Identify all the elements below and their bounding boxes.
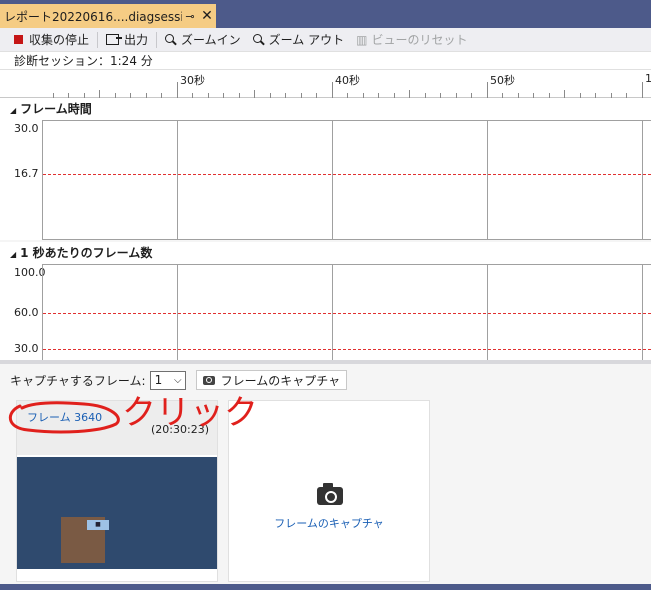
frame-time-title: フレーム時間 — [20, 102, 92, 116]
collapse-triangle-icon: ◢ — [10, 106, 17, 115]
ruler-label: 40秒 — [335, 74, 360, 87]
zoom-in-icon — [165, 34, 176, 45]
fps-plot — [42, 264, 651, 360]
document-tab[interactable]: レポート20220616....diagsession ⊸ ✕ — [0, 4, 216, 28]
session-duration: 診断セッション：1:24 分 — [0, 52, 651, 70]
frame-thumbnail[interactable]: ■ — [17, 457, 217, 569]
zoom-out-icon — [252, 34, 264, 45]
zoom-in-button[interactable]: ズームイン — [159, 30, 247, 50]
camera-icon — [317, 483, 343, 505]
fps-header[interactable]: ◢ 1 秒あたりのフレーム数 — [0, 242, 651, 264]
target-threshold-line — [43, 174, 651, 175]
ruler-tick — [176, 82, 178, 98]
zoom-in-label: ズームイン — [181, 33, 241, 47]
ruler-tick — [641, 82, 643, 98]
ruler-label: 50秒 — [490, 74, 515, 87]
reset-view-icon: ▥ — [356, 32, 368, 47]
frame-card-header: フレーム 3640 (20:30:23) — [17, 401, 217, 455]
ruler-label: 30秒 — [180, 74, 205, 87]
gridline — [642, 121, 643, 239]
thumbnail-ui-panel: ■ — [61, 517, 109, 563]
frame-timestamp: (20:30:23) — [151, 423, 209, 436]
gridline — [332, 121, 333, 239]
ruler-tick — [486, 82, 488, 98]
captured-frame-card[interactable]: フレーム 3640 (20:30:23) ■ — [16, 400, 218, 582]
gridline — [177, 121, 178, 239]
stop-collection-label: 収集の停止 — [29, 33, 90, 47]
reset-view-button[interactable]: ▥ ビューのリセット — [350, 30, 473, 50]
capture-placeholder-label: フレームのキャプチャ — [274, 517, 384, 530]
y-axis-label: 100.0 — [14, 266, 46, 279]
fps-title: 1 秒あたりのフレーム数 — [20, 246, 153, 260]
thumbnail-button: ■ — [87, 520, 109, 530]
frame-time-graph[interactable]: 30.0 16.7 — [0, 120, 651, 240]
y-axis-label: 16.7 — [14, 167, 39, 180]
threshold-line-60 — [43, 313, 651, 314]
collapse-triangle-icon: ◢ — [10, 250, 17, 259]
camera-icon — [202, 375, 215, 385]
ruler-tick — [99, 90, 100, 98]
gridline — [487, 121, 488, 239]
capture-frame-button[interactable]: フレームのキャプチャ — [195, 370, 348, 390]
y-axis-label: 30.0 — [14, 342, 39, 355]
ruler-label: 1 — [645, 72, 651, 85]
toolbar: 収集の停止 出力 ズームイン ズーム アウト ▥ ビューのリセット — [0, 28, 651, 52]
pin-icon[interactable]: ⊸ — [182, 10, 198, 23]
stop-icon — [14, 35, 23, 44]
capture-count-label: キャプチャするフレーム: — [10, 373, 146, 388]
threshold-line-30 — [43, 349, 651, 350]
output-label: 出力 — [124, 33, 149, 47]
capture-count-value: 1 — [154, 373, 163, 387]
capture-count-select[interactable]: 1 ⌵ — [149, 370, 186, 390]
document-tab-strip: レポート20220616....diagsession ⊸ ✕ — [0, 0, 651, 28]
fps-graph[interactable]: 100.0 60.0 30.0 — [0, 264, 651, 360]
reset-view-label: ビューのリセット — [371, 33, 468, 47]
zoom-out-label: ズーム アウト — [268, 33, 345, 47]
y-axis-label: 30.0 — [14, 122, 39, 135]
ruler-tick — [254, 90, 255, 98]
bottom-border — [0, 584, 651, 590]
ruler-tick — [331, 82, 333, 98]
ruler-tick — [564, 90, 565, 98]
capture-placeholder-card[interactable]: フレームのキャプチャ — [228, 400, 430, 582]
toolbar-separator — [156, 31, 158, 48]
capture-bar: キャプチャするフレーム: 1 ⌵ フレームのキャプチャ — [10, 368, 348, 392]
zoom-out-button[interactable]: ズーム アウト — [247, 30, 350, 50]
output-button[interactable]: 出力 — [100, 30, 154, 50]
output-icon — [106, 34, 123, 45]
chevron-down-icon: ⌵ — [173, 374, 182, 386]
frame-link[interactable]: フレーム 3640 — [27, 409, 102, 425]
capture-frame-label: フレームのキャプチャ — [220, 373, 341, 388]
capture-panel: キャプチャするフレーム: 1 ⌵ フレームのキャプチャ フレーム 3640 (2… — [0, 364, 651, 586]
close-icon[interactable]: ✕ — [198, 8, 216, 24]
y-axis-label: 60.0 — [14, 306, 39, 319]
tab-title: レポート20220616....diagsession — [4, 9, 182, 24]
toolbar-separator — [97, 31, 99, 48]
frame-time-header[interactable]: ◢ フレーム時間 — [0, 98, 651, 120]
stop-collection-button[interactable]: 収集の停止 — [8, 30, 95, 50]
ruler-tick — [409, 90, 410, 98]
ruler-scale: 30秒 40秒 50秒 1 — [42, 70, 651, 98]
time-ruler[interactable]: 30秒 40秒 50秒 1 — [0, 70, 651, 98]
frame-time-plot — [42, 120, 651, 240]
